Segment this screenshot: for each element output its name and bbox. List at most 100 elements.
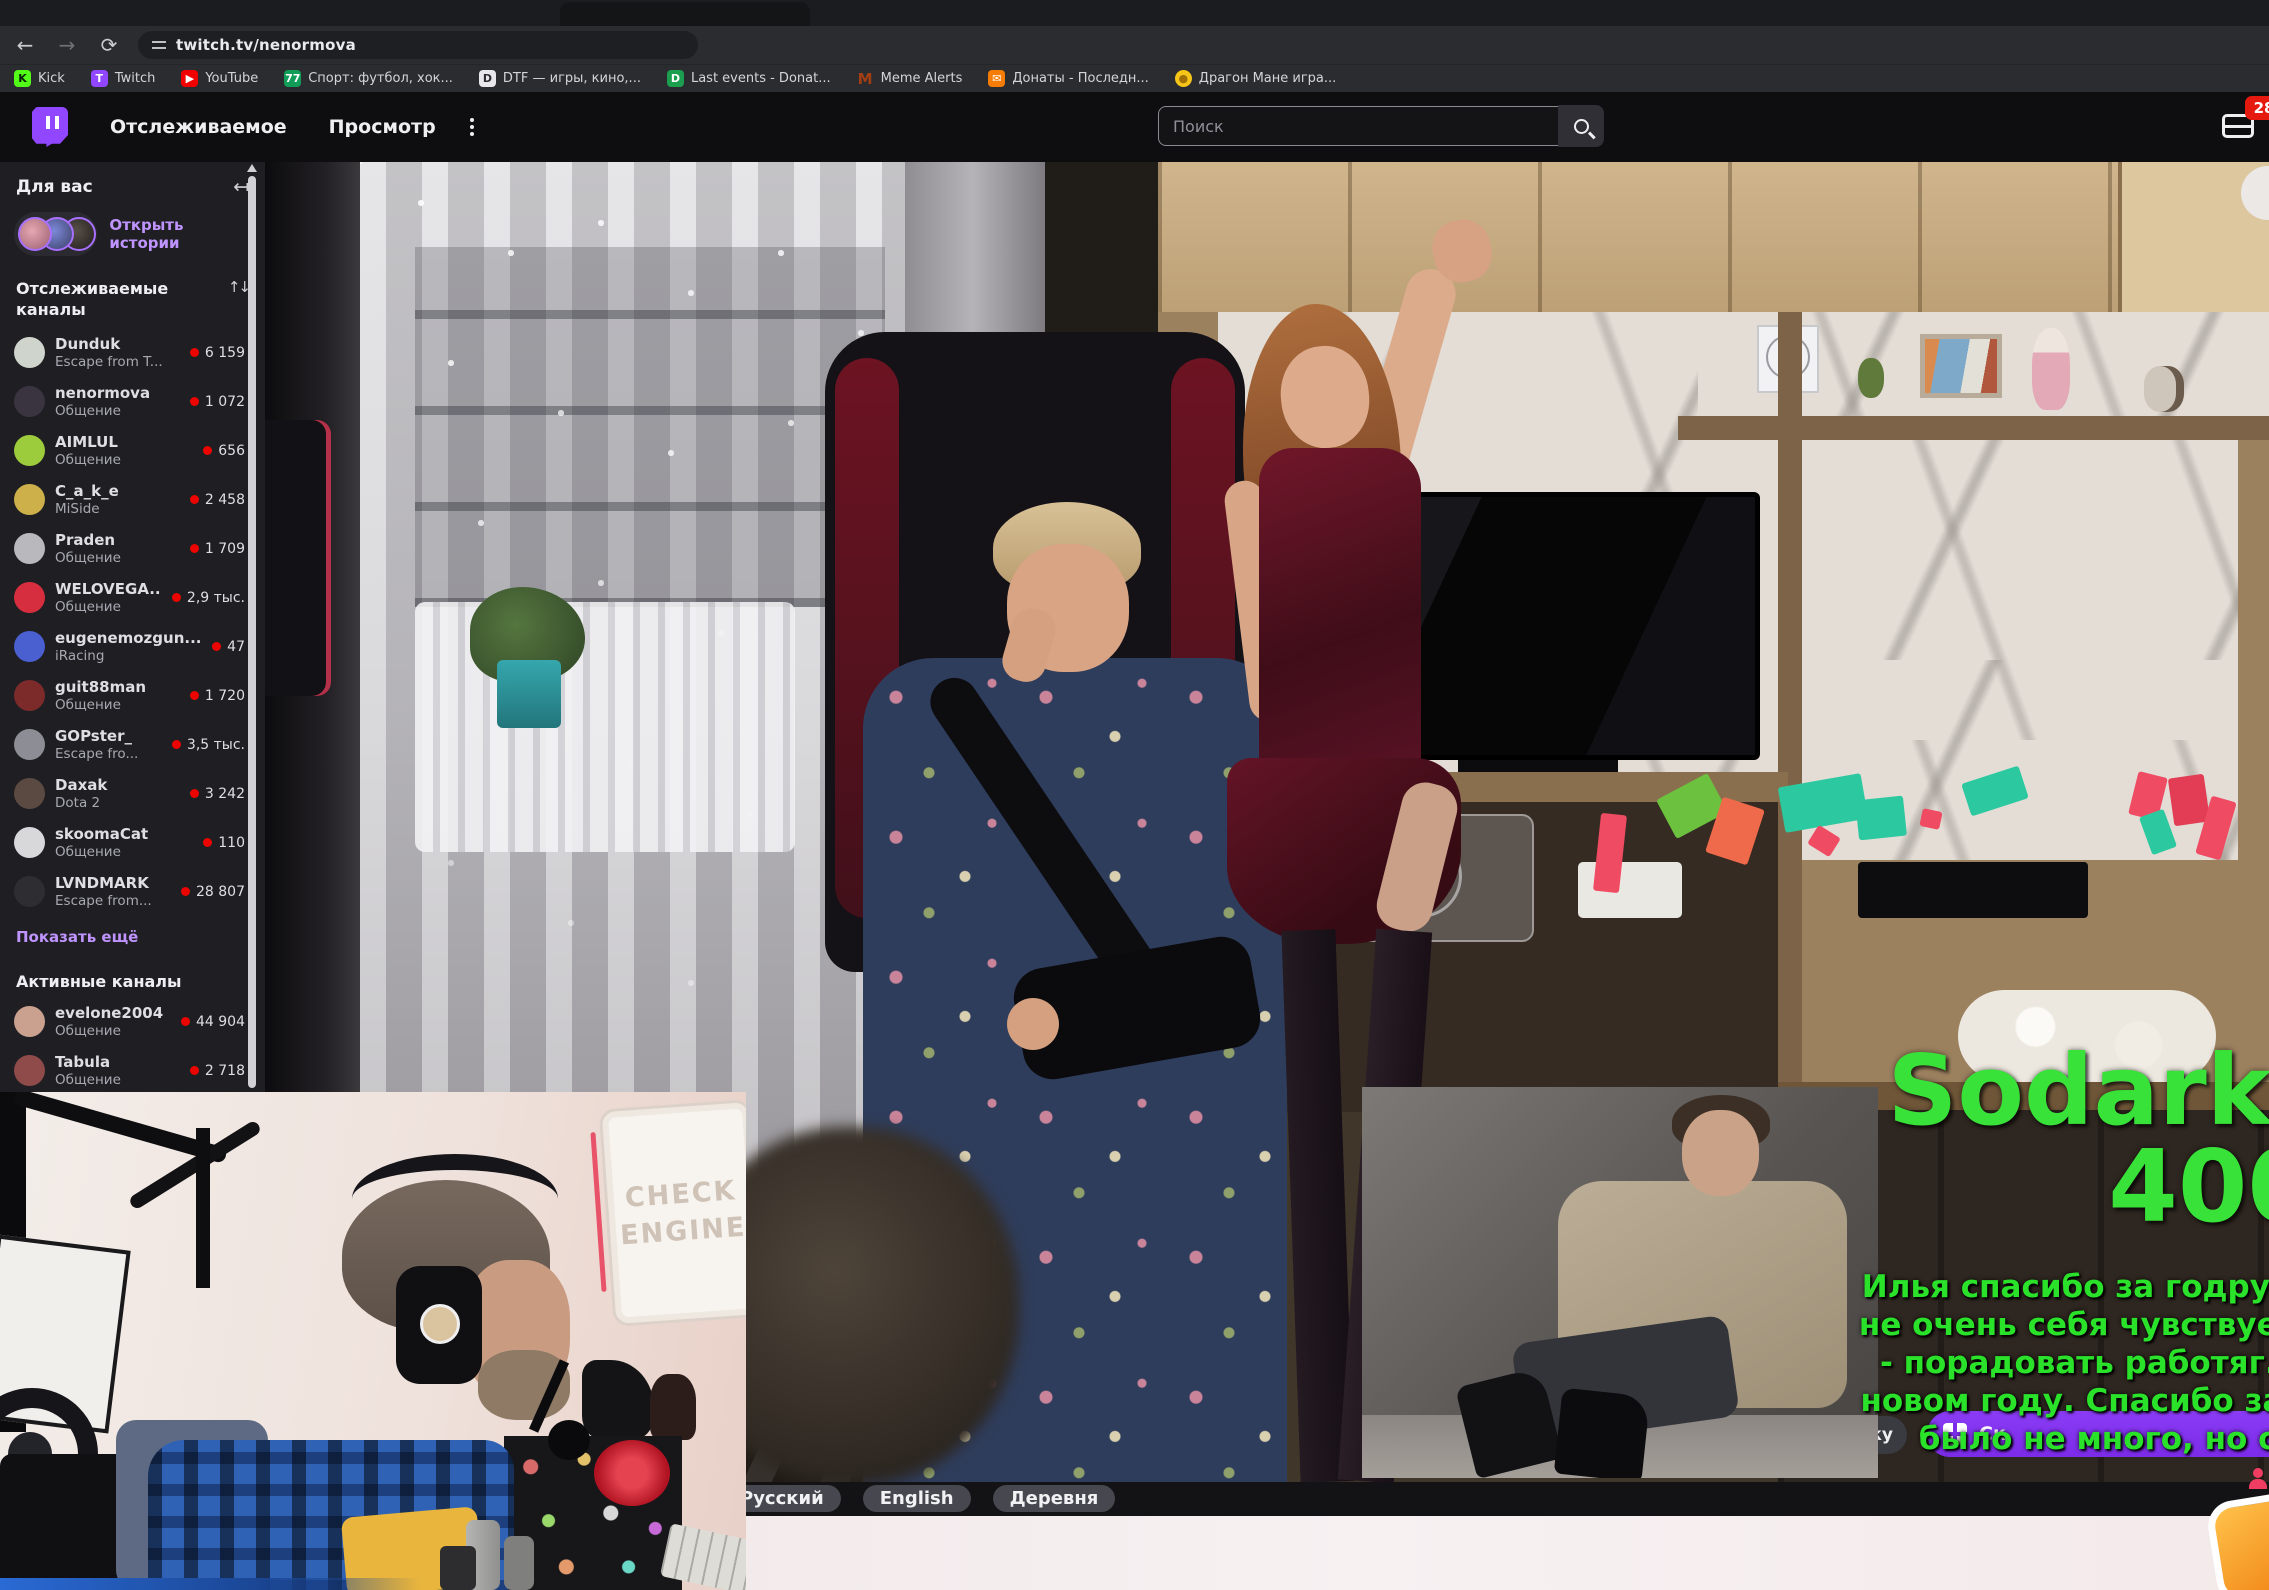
bookmarks-bar: KKick TTwitch ▶YouTube 77Спорт: футбол, … [0,64,2269,92]
live-dot [181,1017,190,1026]
channel-row[interactable]: DaxakDota 23 242 [0,769,265,818]
live-dot [190,544,199,553]
live-dot [181,887,190,896]
show-more-link[interactable]: Показать ещё [0,916,265,956]
dtf-favicon: D [479,70,496,87]
wood-divider [1778,312,1802,1112]
bookmark-dtf[interactable]: DDTF — игры, кино,... [479,70,641,87]
channel-row[interactable]: DundukEscape from T...6 159 [0,328,265,377]
seated-woman-hand [1007,998,1059,1050]
webcam-overlay: CHECK ENGINE [0,1092,746,1590]
channel-row[interactable]: skoomaCatОбщение110 [0,818,265,867]
live-dot [203,446,212,455]
bookmark-donaty[interactable]: ✉Донаты - Последн... [988,70,1148,87]
back-button[interactable]: ← [8,30,42,60]
channel-row[interactable]: WELOVEGA...Общение2,9 тыс. [0,573,265,622]
bookmark-dragon[interactable]: ●Драгон Мане игра... [1175,70,1337,87]
browser-window: ← → ⟳ twitch.tv/nenormova KKick TTwitch … [0,0,2269,1590]
cat-figurine [2144,366,2184,412]
reload-button[interactable]: ⟳ [92,30,126,60]
avatar [14,435,45,466]
check-engine-sign: CHECK ENGINE [599,1099,746,1327]
bookmark-twitch[interactable]: TTwitch [91,70,156,87]
avatar [14,386,45,417]
channel-row[interactable]: eugenemozgun...iRacing47 [0,622,265,671]
sort-icon[interactable]: ↑↓ [228,278,249,320]
blue-led-strip [0,1578,420,1590]
live-dot [212,642,221,651]
bookmark-meme-alerts[interactable]: MMeme Alerts [857,70,963,87]
cowboy-figurine [582,1360,654,1440]
sidebar-for-you-title: Для вас [16,177,93,197]
monitor-edge [265,420,331,696]
avatar [14,1055,45,1086]
notification-badge: 28 [2245,96,2269,120]
youtube-favicon: ▶ [181,70,198,87]
channel-row[interactable]: guit88manОбщение1 720 [0,671,265,720]
live-dot [190,1066,199,1075]
channel-row[interactable]: C_a_k_eMiSide2 458 [0,475,265,524]
viewer-count-icon [2247,1468,2269,1490]
followed-channels-header: Отслеживаемые каналы [16,278,186,320]
window [415,247,885,607]
avatar [14,876,45,907]
channel-row[interactable]: nenormovaОбщение1 072 [0,377,265,426]
bookmark-youtube[interactable]: ▶YouTube [181,70,258,87]
bookmark-kick[interactable]: KKick [14,70,65,87]
avatar [14,827,45,858]
plant-pot [497,660,561,728]
collapse-sidebar-icon[interactable]: ↤ [233,176,249,198]
search-button[interactable] [1558,105,1604,147]
photo-man-boot [1554,1388,1650,1478]
channel-row[interactable]: PradenОбщение1 709 [0,524,265,573]
tag-english[interactable]: English [863,1485,971,1512]
fairy-lights [360,162,362,164]
more-menu-icon[interactable] [470,118,474,136]
inset-photo [1362,1087,1878,1478]
channel-row[interactable]: LVNDMARKEscape from...28 807 [0,867,265,916]
active-channels-header: Активные каналы [0,956,265,997]
figurine [650,1374,696,1440]
avatar [14,1006,45,1037]
address-bar[interactable]: twitch.tv/nenormova [138,31,698,59]
forward-button[interactable]: → [50,30,84,60]
channel-row[interactable]: TabulaОбщение2 718 [0,1046,265,1095]
headphones-band [352,1154,558,1244]
dragon-favicon: ● [1175,70,1192,87]
twitch-logo-icon[interactable] [32,107,68,147]
bookmark-last-events[interactable]: DLast events - Donat... [667,70,831,87]
channel-row[interactable]: evelone2004Общение44 904 [0,997,265,1046]
stories-button[interactable]: Открыть истории [0,204,265,264]
stream-tags: Русский English Деревня [723,1485,1115,1512]
live-dot [172,740,181,749]
photo-man-face [1682,1110,1759,1196]
donation-message: Илья спасибо за годруб. На с не очень се… [1843,1268,2269,1458]
cup [440,1546,476,1590]
channel-row[interactable]: AIMLULОбщение656 [0,426,265,475]
tag-village[interactable]: Деревня [993,1485,1116,1512]
monitor-arm-pole [196,1128,210,1288]
channel-row[interactable]: GOPster_Escape fro...3,5 тыс. [0,720,265,769]
avatar [14,778,45,809]
avatar [14,533,45,564]
sidebar-scrollbar[interactable] [248,176,256,1088]
nav-browse[interactable]: Просмотр [329,116,436,138]
avatar [14,729,45,760]
nav-following[interactable]: Отслеживаемое [110,116,287,138]
live-dot [172,593,181,602]
upper-cabinets [1158,162,2269,312]
scrollbar-up-icon[interactable] [247,164,257,172]
search-input[interactable] [1158,106,1558,146]
media-player [1858,862,2088,918]
bookmark-sport[interactable]: 77Спорт: футбол, хок... [284,70,453,87]
live-dot [203,838,212,847]
can [504,1536,534,1590]
browser-tab[interactable] [560,2,810,26]
avatar [14,337,45,368]
live-dot [190,789,199,798]
site-settings-icon[interactable] [152,40,166,50]
story-avatars [14,212,97,256]
avatar [14,582,45,613]
donaty-favicon: ✉ [988,70,1005,87]
standing-woman-dress [1259,448,1421,794]
